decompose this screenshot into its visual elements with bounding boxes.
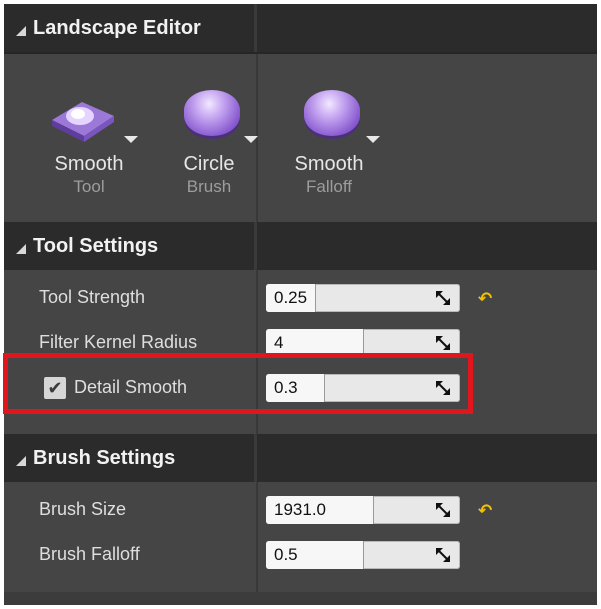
collapse-triangle-icon — [16, 244, 26, 254]
landscape-editor-title: Landscape Editor — [33, 16, 201, 39]
filter-kernel-radius-label: Filter Kernel Radius — [39, 332, 198, 352]
header-divider — [254, 434, 257, 482]
expand-icon[interactable] — [436, 291, 450, 305]
circle-brush-button[interactable]: Circle Brush — [154, 86, 264, 206]
expand-icon[interactable] — [436, 336, 450, 350]
brush-falloff-label: Brush Falloff — [39, 544, 140, 564]
reset-to-default-icon[interactable]: ↶ — [478, 289, 492, 309]
tool-icon-wrap — [44, 86, 138, 146]
landscape-editor-panel: Landscape Editor Smooth Tool Circle Brus… — [4, 4, 597, 605]
brush-size-input[interactable]: 1931.0 — [266, 496, 460, 524]
expand-icon[interactable] — [436, 503, 450, 517]
brush-size-value: 1931.0 — [274, 500, 326, 519]
collapse-triangle-icon — [16, 26, 26, 36]
tool-settings-header[interactable]: Tool Settings — [4, 222, 597, 270]
terrain-icon — [52, 102, 114, 142]
header-divider — [254, 222, 257, 270]
header-divider — [254, 4, 257, 52]
tool-strength-label: Tool Strength — [39, 287, 146, 307]
filter-kernel-radius-value: 4 — [274, 333, 284, 352]
brush-settings-header[interactable]: Brush Settings — [4, 434, 597, 482]
reset-to-default-icon[interactable]: ↶ — [478, 501, 492, 521]
section-divider — [4, 52, 597, 54]
brush-knob-icon — [184, 90, 240, 136]
tool-settings-title: Tool Settings — [33, 234, 159, 257]
chevron-down-icon[interactable] — [366, 136, 380, 143]
collapse-triangle-icon — [16, 456, 26, 466]
tool-sublabel: Tool — [73, 177, 105, 196]
tool-icon-wrap — [284, 86, 380, 146]
brush-falloff-value: 0.5 — [274, 545, 298, 564]
tool-label: Smooth — [294, 153, 364, 175]
tool-sublabel: Brush — [186, 177, 232, 196]
smooth-tool-button[interactable]: Smooth Tool — [34, 86, 144, 206]
tool-label: Circle — [183, 153, 235, 175]
chevron-down-icon[interactable] — [124, 136, 138, 143]
falloff-knob-icon — [304, 90, 360, 136]
detail-smooth-highlight-box — [3, 353, 473, 414]
chevron-down-icon[interactable] — [244, 136, 258, 143]
tool-label: Smooth — [54, 153, 124, 175]
brush-falloff-input[interactable]: 0.5 — [266, 541, 460, 569]
tool-strength-value: 0.25 — [274, 288, 308, 307]
tool-strength-input[interactable]: 0.25 — [266, 284, 460, 312]
landscape-editor-header[interactable]: Landscape Editor — [4, 4, 597, 52]
smooth-falloff-button[interactable]: Smooth Falloff — [274, 86, 384, 206]
footer-strip — [4, 592, 597, 605]
tool-sublabel: Falloff — [306, 177, 352, 196]
expand-icon[interactable] — [436, 548, 450, 562]
brush-size-label: Brush Size — [39, 499, 127, 519]
brush-settings-title: Brush Settings — [33, 446, 176, 469]
tool-icon-wrap — [164, 86, 258, 146]
